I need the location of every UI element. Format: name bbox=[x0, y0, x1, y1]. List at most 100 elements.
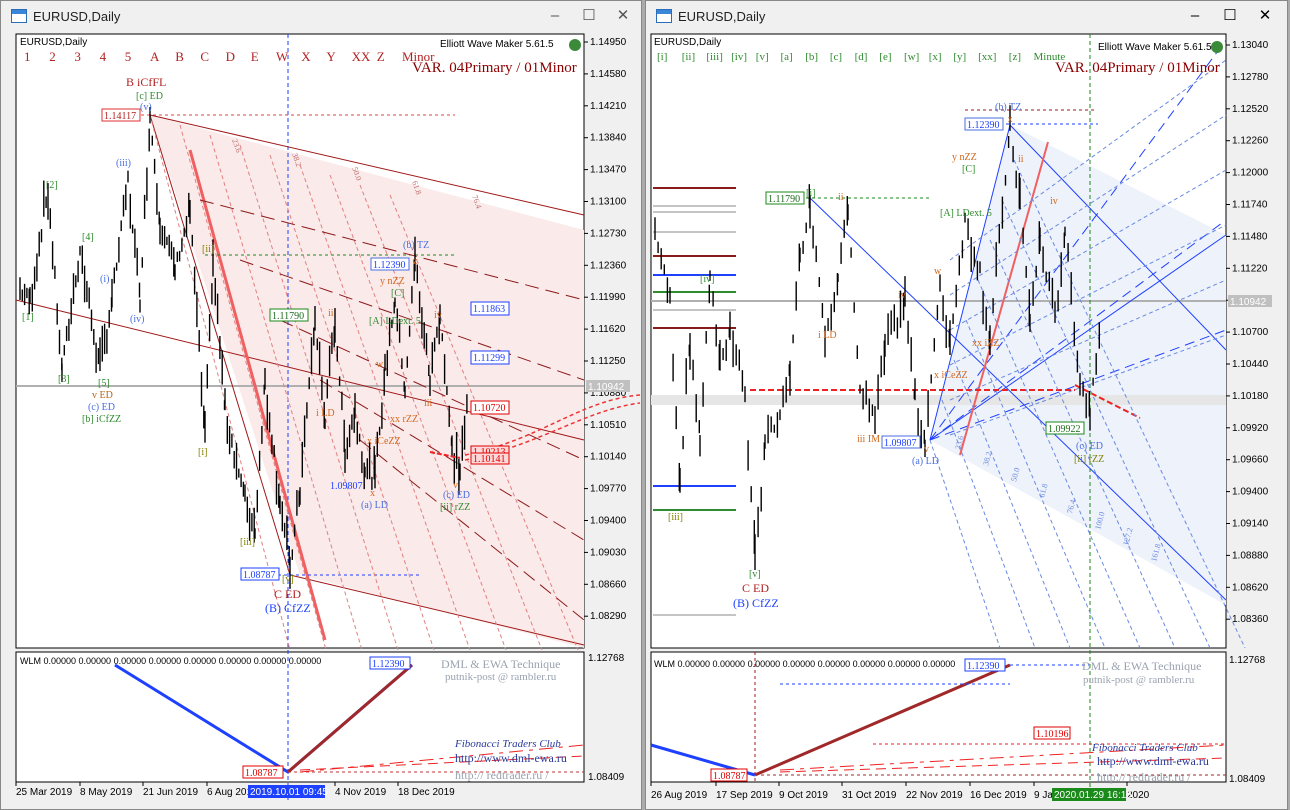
wave-degree-button[interactable]: D bbox=[226, 49, 235, 64]
price-tag-text: 1.11790 bbox=[768, 194, 800, 205]
price-axis-label: 1.12360 bbox=[590, 260, 627, 271]
wave-label: (B) CfZZ bbox=[265, 601, 311, 615]
current-price-text: 1.10942 bbox=[1230, 297, 1267, 308]
wave-label: w bbox=[934, 266, 942, 277]
wave-degree-button[interactable]: B bbox=[175, 49, 184, 64]
wave-degree-button[interactable]: [x] bbox=[929, 51, 942, 63]
price-axis-label: 1.11480 bbox=[1232, 231, 1268, 242]
wave-degree-button[interactable]: A bbox=[150, 49, 160, 64]
price-tag-text: 1.08787 bbox=[243, 570, 276, 581]
wave-label: v ED bbox=[92, 390, 113, 401]
price-axis-label: 1.10140 bbox=[590, 452, 627, 463]
wave-degree-button[interactable]: [v] bbox=[756, 51, 769, 63]
wave-label: [iii] bbox=[668, 512, 683, 523]
wave-label: ii bbox=[838, 192, 844, 203]
price-axis-label: 1.09030 bbox=[590, 547, 627, 558]
wave-label: [A] LDext. 5 bbox=[369, 316, 421, 327]
wave-degree-button[interactable]: 5 bbox=[125, 49, 132, 64]
price-tag-text: 1.10720 bbox=[473, 403, 506, 414]
chart-symbol-label: EURUSD,Daily bbox=[20, 37, 87, 48]
price-axis-label: 1.08880 bbox=[1232, 550, 1269, 561]
indicator-axis-top: 1.12768 bbox=[588, 653, 625, 664]
wave-label: [C] bbox=[391, 288, 404, 299]
cursor-date: 2019.10.01 09:45 bbox=[250, 787, 328, 798]
watermark-line: DML & EWA Technique bbox=[441, 657, 560, 671]
wave-label: [c] ED bbox=[136, 91, 163, 102]
wave-degree-button[interactable]: [a] bbox=[781, 51, 793, 63]
wave-degree-button[interactable]: [xx] bbox=[978, 51, 996, 63]
wave-degree-button[interactable]: [ii] bbox=[682, 51, 695, 63]
wave-label: z bbox=[413, 256, 418, 267]
ewm-icon[interactable] bbox=[1211, 41, 1223, 53]
watermark-link[interactable]: http:// redtrader.ru / bbox=[455, 768, 549, 782]
wave-degree-button[interactable]: [d] bbox=[855, 51, 868, 63]
wave-label: [2] bbox=[46, 180, 58, 191]
ewm-icon[interactable] bbox=[569, 39, 581, 51]
watermark-link[interactable]: http://www.dml-ewa.ru bbox=[1097, 754, 1209, 768]
ewm-label: Elliott Wave Maker 5.61.5 bbox=[440, 39, 554, 50]
wave-label: [1] bbox=[22, 312, 34, 323]
wave-degree-button[interactable]: [z] bbox=[1009, 51, 1021, 63]
price-tag-text: 1.12390 bbox=[373, 260, 406, 271]
price-axis-label: 1.08620 bbox=[1232, 582, 1269, 593]
price-tag-text: 1.09922 bbox=[1048, 424, 1081, 435]
wave-label: [ii] bbox=[202, 244, 214, 255]
price-axis-label: 1.13100 bbox=[590, 197, 627, 208]
wave-degree-button[interactable]: Y bbox=[326, 49, 336, 64]
wave-degree-button[interactable]: W bbox=[276, 49, 289, 64]
wave-label: [b] iCfZZ bbox=[82, 414, 121, 425]
wave-degree-button[interactable]: 2 bbox=[49, 49, 56, 64]
wave-label: [3] bbox=[58, 374, 70, 385]
date-axis-label: 22 Nov 2019 bbox=[906, 790, 963, 801]
wave-label: [iii] bbox=[240, 537, 255, 548]
wave-degree-button[interactable]: X bbox=[301, 49, 311, 64]
cursor-date: 2020.01.29 16:15 bbox=[1054, 790, 1132, 801]
price-tag-text: 1.14117 bbox=[104, 111, 136, 122]
wave-label: iii bbox=[424, 398, 433, 409]
wave-degree-button[interactable]: [i] bbox=[657, 51, 667, 63]
wave-degree-button[interactable]: 4 bbox=[100, 49, 107, 64]
wlm-values: WLM 0.00000 0.00000 0.00000 0.00000 0.00… bbox=[20, 656, 321, 666]
wave-degree-button[interactable]: [c] bbox=[830, 51, 842, 63]
wave-label: iv bbox=[898, 290, 906, 301]
wave-label: C ED bbox=[274, 587, 301, 601]
indicator-axis-bottom: 1.08409 bbox=[588, 772, 625, 783]
wave-degree-button[interactable]: Z bbox=[377, 49, 385, 64]
shadow-band bbox=[651, 395, 1226, 405]
price-axis-label: 1.09140 bbox=[1232, 519, 1269, 530]
wave-degree-button[interactable]: [e] bbox=[879, 51, 891, 63]
watermark-link[interactable]: http://www.dml-ewa.ru bbox=[455, 751, 567, 765]
price-axis-label: 1.14950 bbox=[590, 37, 627, 48]
wave-label: (iii) bbox=[116, 158, 131, 169]
wave-degree-button[interactable]: [b] bbox=[805, 51, 818, 63]
price-axis-label: 1.10510 bbox=[590, 420, 627, 431]
wave-label: [A] LDext. 5 bbox=[940, 208, 992, 219]
wave-degree-button[interactable]: [iv] bbox=[731, 51, 747, 63]
wave-label: [iv] bbox=[700, 274, 714, 285]
wave-degree-button[interactable]: [y] bbox=[953, 51, 966, 63]
wave-label: C ED bbox=[742, 581, 769, 595]
wave-degree-button[interactable]: 3 bbox=[74, 49, 81, 64]
watermark-line: DML & EWA Technique bbox=[1082, 659, 1201, 673]
wave-degree-button[interactable]: C bbox=[200, 49, 209, 64]
wave-degree-button[interactable]: E bbox=[251, 49, 259, 64]
date-axis-label: 18 Dec 2019 bbox=[398, 787, 455, 798]
price-tag-text: 1.11863 bbox=[473, 304, 505, 315]
date-axis-label: 17 Sep 2019 bbox=[716, 790, 773, 801]
wave-label: (B) CfZZ bbox=[733, 596, 779, 610]
wave-label: (a) LD bbox=[912, 456, 939, 467]
watermark-link[interactable]: http:// redtrader.ru / bbox=[1097, 770, 1191, 784]
wave-degree-button[interactable]: 1 bbox=[24, 49, 31, 64]
charts-canvas[interactable]: 23.638.250.061.876.4 23.638.250.061.876.… bbox=[0, 0, 1290, 810]
wave-degree-button[interactable]: [w] bbox=[904, 51, 919, 63]
variant-label: VAR. 04Primary / 01Minor bbox=[1055, 60, 1220, 76]
wave-label: x iCeZZ bbox=[934, 370, 968, 381]
wave-degree-button[interactable]: XX bbox=[352, 49, 371, 64]
price-tag-text: 1.08787 bbox=[245, 768, 278, 779]
watermark-line: Fibonacci Traders Club bbox=[454, 738, 561, 750]
price-tag-text: 1.10196 bbox=[1036, 729, 1069, 740]
wave-label: i LD bbox=[818, 330, 837, 341]
price-axis-label: 1.14210 bbox=[590, 101, 627, 112]
wave-degree-button[interactable]: [iii] bbox=[706, 51, 723, 63]
wave-label: [5] bbox=[98, 378, 110, 389]
